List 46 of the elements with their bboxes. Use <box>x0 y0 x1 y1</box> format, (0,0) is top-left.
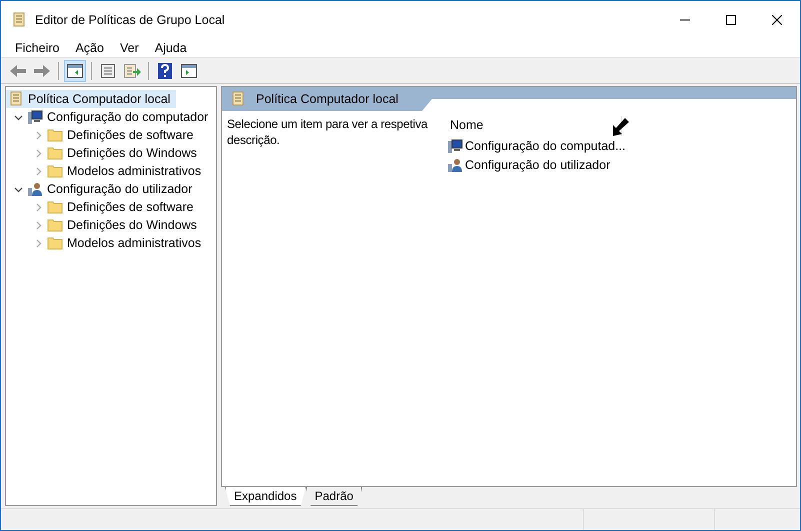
expand-chevron-icon[interactable] <box>14 184 23 194</box>
properties-icon <box>100 62 116 78</box>
maximize-icon <box>726 14 736 24</box>
toolbar-button[interactable] <box>64 60 86 82</box>
tab[interactable]: Padrão <box>306 487 362 506</box>
forward-arrow-icon <box>33 64 51 78</box>
expand-chevron-icon[interactable] <box>14 112 23 122</box>
tree-item[interactable]: Definições de software <box>67 128 194 142</box>
computer-icon <box>447 138 463 154</box>
folder-icon <box>47 218 63 232</box>
export-list-icon <box>123 62 141 78</box>
panel-icon <box>67 64 83 78</box>
panel-icon <box>181 64 197 78</box>
description-text: Selecione um item para ver a respetiva descrição. <box>227 116 429 149</box>
menu-item[interactable]: Ajuda <box>146 40 195 54</box>
scroll-icon <box>8 91 24 107</box>
tree-item[interactable]: Definições do Windows <box>67 218 197 232</box>
tree-item[interactable]: Definições do Windows <box>67 146 197 160</box>
close-icon <box>772 14 782 24</box>
menu-item[interactable]: Ver <box>112 40 147 54</box>
back-arrow-icon <box>9 64 27 78</box>
scroll-icon <box>11 12 27 28</box>
tree-item[interactable]: Modelos administrativos <box>67 236 202 250</box>
tree-item[interactable]: Definições de software <box>67 200 194 214</box>
menu-item[interactable]: Ficheiro <box>7 40 68 54</box>
user-icon <box>27 181 43 197</box>
folder-icon <box>47 146 63 160</box>
folder-icon <box>47 128 63 142</box>
scroll-icon <box>230 91 246 107</box>
pane-title: Política Computador local <box>256 92 398 106</box>
tree-item[interactable]: Configuração do utilizador <box>47 182 192 196</box>
list-item[interactable]: Configuração do computad... <box>447 136 626 155</box>
tree-item[interactable]: Configuração do computador <box>47 110 208 124</box>
window-title: Editor de Políticas de Grupo Local <box>35 12 225 26</box>
folder-icon <box>47 200 63 214</box>
help-icon <box>157 62 173 80</box>
folder-icon <box>47 164 63 178</box>
list-item[interactable]: Configuração do utilizador <box>447 155 626 174</box>
tab[interactable]: Expandidos <box>225 487 306 506</box>
folder-icon <box>47 236 63 250</box>
arrow-icon <box>612 117 630 137</box>
menu-item[interactable]: Ação <box>67 40 112 54</box>
computer-icon <box>27 109 43 125</box>
tree-item[interactable]: Modelos administrativos <box>67 164 202 178</box>
tree-item[interactable]: Política Computador local <box>6 90 176 108</box>
user-icon <box>447 156 463 172</box>
